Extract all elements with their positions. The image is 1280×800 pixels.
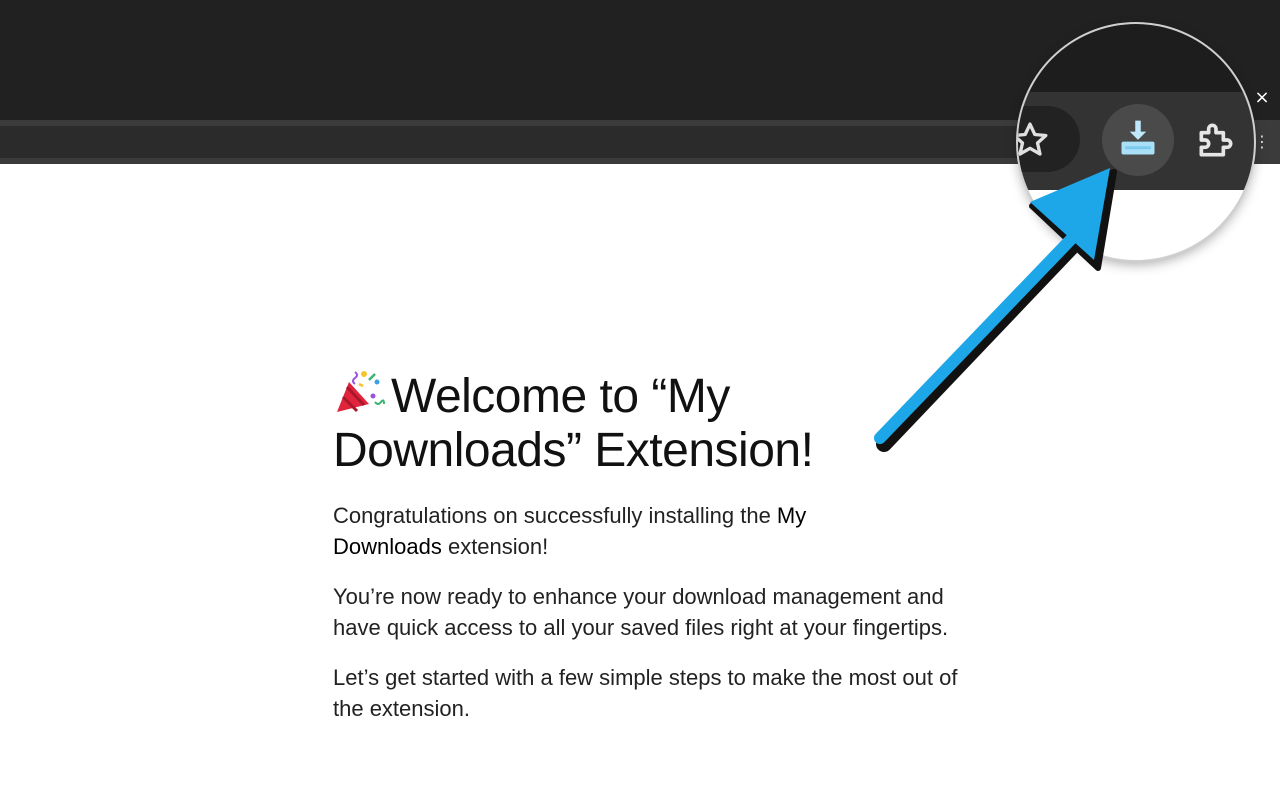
puzzle-extension-icon[interactable] — [1194, 118, 1238, 162]
close-icon[interactable]: × — [1251, 87, 1273, 109]
page-title-text: Welcome to “My Downloads” Extension! — [333, 370, 814, 477]
ready-paragraph: You’re now ready to enhance your downloa… — [333, 584, 949, 640]
get-started-paragraph: Let’s get started with a few simple step… — [333, 665, 958, 721]
star-icon[interactable] — [1018, 120, 1050, 160]
party-popper-icon — [337, 371, 385, 413]
kebab-menu-icon[interactable]: ⋮ — [1254, 130, 1270, 154]
welcome-content: Welcome to “My Downloads” Extension! Con… — [333, 368, 983, 724]
address-bar[interactable] — [0, 126, 1110, 158]
congrats-paragraph: Congratulations on successfully installi… — [333, 503, 807, 559]
download-icon[interactable] — [1116, 116, 1160, 160]
page-title: Welcome to “My Downloads” Extension! — [333, 368, 983, 478]
